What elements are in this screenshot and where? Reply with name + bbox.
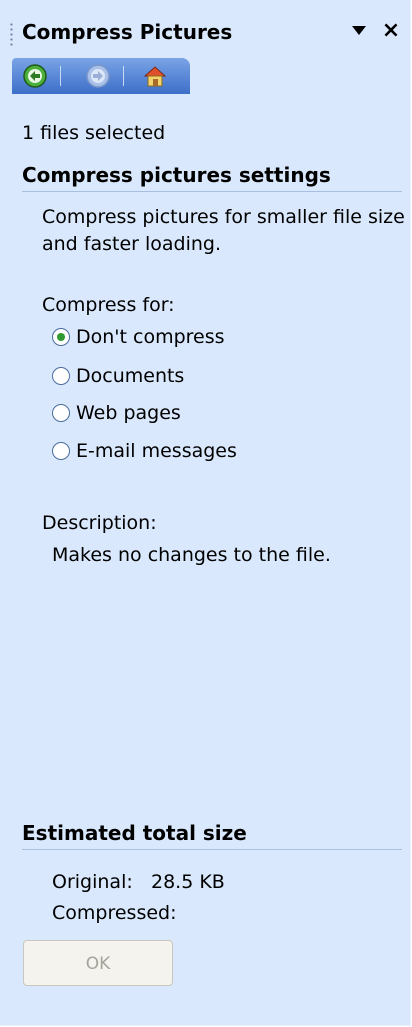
original-size-label: Original: <box>52 871 133 893</box>
compress-pictures-task-pane: Compress Pictures × 1 files selected Com… <box>0 0 411 1026</box>
ok-button[interactable]: OK <box>23 940 173 986</box>
close-icon[interactable]: × <box>380 17 402 45</box>
task-pane-title: Compress Pictures <box>22 20 233 44</box>
drag-grip-icon[interactable] <box>10 22 13 46</box>
radio-documents[interactable]: Documents <box>52 363 184 389</box>
radio-dont-compress[interactable]: Don't compress <box>52 324 225 350</box>
settings-intro-line-2: and faster loading. <box>42 233 222 255</box>
description-label: Description: <box>42 512 157 534</box>
home-button[interactable] <box>142 63 168 89</box>
radio-button[interactable] <box>52 328 70 346</box>
compressed-size-label: Compressed: <box>52 902 177 924</box>
forward-arrow-icon <box>86 64 110 88</box>
home-icon <box>143 66 167 87</box>
pane-menu-dropdown-icon[interactable] <box>352 26 366 35</box>
radio-button[interactable] <box>52 442 70 460</box>
radio-email-messages[interactable]: E-mail messages <box>52 438 237 464</box>
back-button[interactable] <box>22 63 48 89</box>
back-arrow-icon <box>23 64 47 88</box>
task-pane-navigation-bar <box>12 58 190 94</box>
radio-web-pages[interactable]: Web pages <box>52 400 181 426</box>
radio-label: E-mail messages <box>76 440 237 462</box>
forward-button[interactable] <box>85 63 111 89</box>
compress-for-label: Compress for: <box>42 294 175 316</box>
radio-label: Documents <box>76 365 185 387</box>
compress-settings-heading: Compress pictures settings <box>22 163 402 192</box>
radio-button[interactable] <box>52 404 70 422</box>
nav-separator <box>60 66 61 86</box>
radio-label: Don't compress <box>76 326 225 348</box>
selection-status: 1 files selected <box>22 122 166 144</box>
estimated-size-heading: Estimated total size <box>22 821 402 850</box>
settings-intro-line-1: Compress pictures for smaller file size <box>42 206 405 228</box>
radio-label: Web pages <box>76 402 181 424</box>
nav-separator <box>123 66 124 86</box>
original-size-value: 28.5 KB <box>151 871 225 893</box>
task-pane-titlebar: Compress Pictures × <box>0 0 410 62</box>
radio-button[interactable] <box>52 367 70 385</box>
description-text: Makes no changes to the file. <box>52 544 331 566</box>
